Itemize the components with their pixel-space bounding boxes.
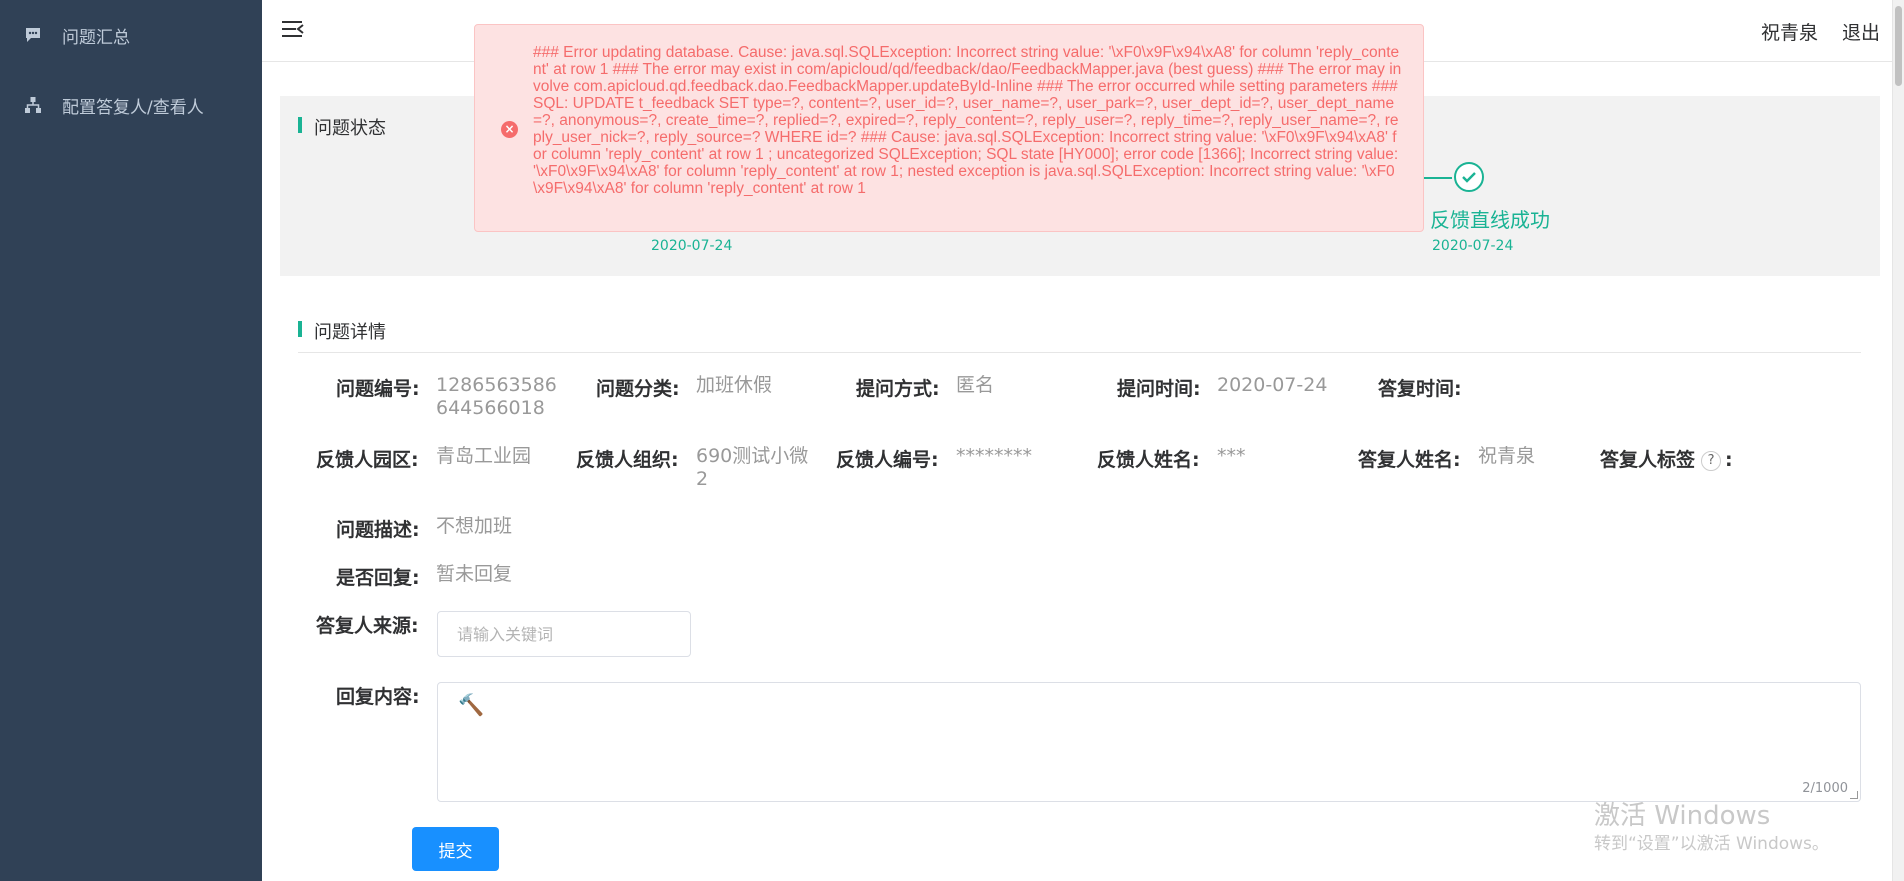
org-chart-icon bbox=[24, 96, 42, 114]
step-label: 反馈直线成功 bbox=[1430, 208, 1550, 232]
replier-name-label: 答复人姓名: bbox=[1358, 449, 1461, 471]
category-value: 加班休假 bbox=[696, 374, 773, 396]
org-value: 690测试小微2 bbox=[696, 445, 809, 490]
details-section-title: 问题详情 bbox=[298, 318, 386, 344]
error-message: ### Error updating database. Cause: java… bbox=[533, 44, 1402, 197]
user-no-label: 反馈人编号: bbox=[836, 449, 939, 471]
check-icon bbox=[1454, 162, 1484, 192]
reply-time-label: 答复时间: bbox=[1378, 378, 1462, 400]
status-section-title: 问题状态 bbox=[298, 114, 386, 140]
step-date: 2020-07-24 bbox=[1432, 238, 1514, 254]
help-icon[interactable]: ? bbox=[1701, 450, 1722, 471]
sidebar-item-config-replier[interactable]: 配置答复人/查看人 bbox=[0, 70, 262, 140]
reply-content-textarea[interactable]: 🔨 2/1000 bbox=[437, 682, 1861, 802]
replied-value: 暂未回复 bbox=[436, 563, 513, 585]
ask-time-value: 2020-07-24 bbox=[1217, 374, 1328, 396]
ask-method-value: 匿名 bbox=[956, 374, 995, 396]
error-toast: × ### Error updating database. Cause: ja… bbox=[474, 24, 1424, 232]
error-icon: × bbox=[501, 121, 518, 138]
step-date: 2020-07-24 bbox=[651, 238, 733, 254]
windows-watermark-title: 激活 Windows bbox=[1594, 801, 1771, 831]
divider bbox=[298, 352, 1861, 353]
replier-tag-text: 答复人标签 bbox=[1600, 449, 1696, 471]
hammer-emoji: 🔨 bbox=[458, 693, 485, 717]
category-label: 问题分类: bbox=[596, 378, 680, 400]
step-connector bbox=[1420, 177, 1452, 179]
ask-time-label: 提问时间: bbox=[1117, 378, 1201, 400]
user-name[interactable]: 祝青泉 bbox=[1761, 18, 1818, 45]
sidebar-item-label: 配置答复人/查看人 bbox=[62, 97, 204, 118]
logout-button[interactable]: 退出 bbox=[1842, 18, 1880, 45]
source-search-input[interactable] bbox=[437, 611, 691, 657]
sidebar: 问题汇总 配置答复人/查看人 bbox=[0, 0, 262, 881]
submit-button[interactable]: 提交 bbox=[412, 827, 499, 871]
content-label: 回复内容: bbox=[336, 686, 420, 708]
replier-tag-colon: : bbox=[1725, 449, 1733, 471]
description-value: 不想加班 bbox=[436, 515, 513, 537]
replier-name-value: 祝青泉 bbox=[1478, 445, 1536, 467]
replied-label: 是否回复: bbox=[336, 567, 420, 589]
windows-watermark-subtitle: 转到“设置”以激活 Windows。 bbox=[1594, 834, 1829, 854]
park-value: 青岛工业园 bbox=[436, 445, 532, 467]
user-no-value: ******** bbox=[956, 445, 1032, 467]
description-label: 问题描述: bbox=[336, 519, 420, 541]
ask-method-label: 提问方式: bbox=[856, 378, 940, 400]
question-id-value: 1286563586644566018 bbox=[436, 374, 557, 419]
source-label: 答复人来源: bbox=[316, 615, 419, 637]
question-id-label: 问题编号: bbox=[336, 378, 420, 400]
scrollbar[interactable] bbox=[1892, 0, 1904, 881]
user-name-value: *** bbox=[1217, 445, 1246, 467]
replier-tag-label: 答复人标签?: bbox=[1600, 445, 1733, 472]
resize-handle[interactable] bbox=[1850, 791, 1858, 799]
chat-icon bbox=[24, 26, 42, 44]
user-name-label: 反馈人姓名: bbox=[1097, 449, 1200, 471]
sidebar-item-question-summary[interactable]: 问题汇总 bbox=[0, 0, 262, 70]
park-label: 反馈人园区: bbox=[316, 449, 419, 471]
sidebar-item-label: 问题汇总 bbox=[62, 27, 130, 48]
org-label: 反馈人组织: bbox=[576, 449, 679, 471]
char-counter: 2/1000 bbox=[1802, 781, 1848, 796]
menu-toggle-icon[interactable] bbox=[282, 18, 304, 40]
